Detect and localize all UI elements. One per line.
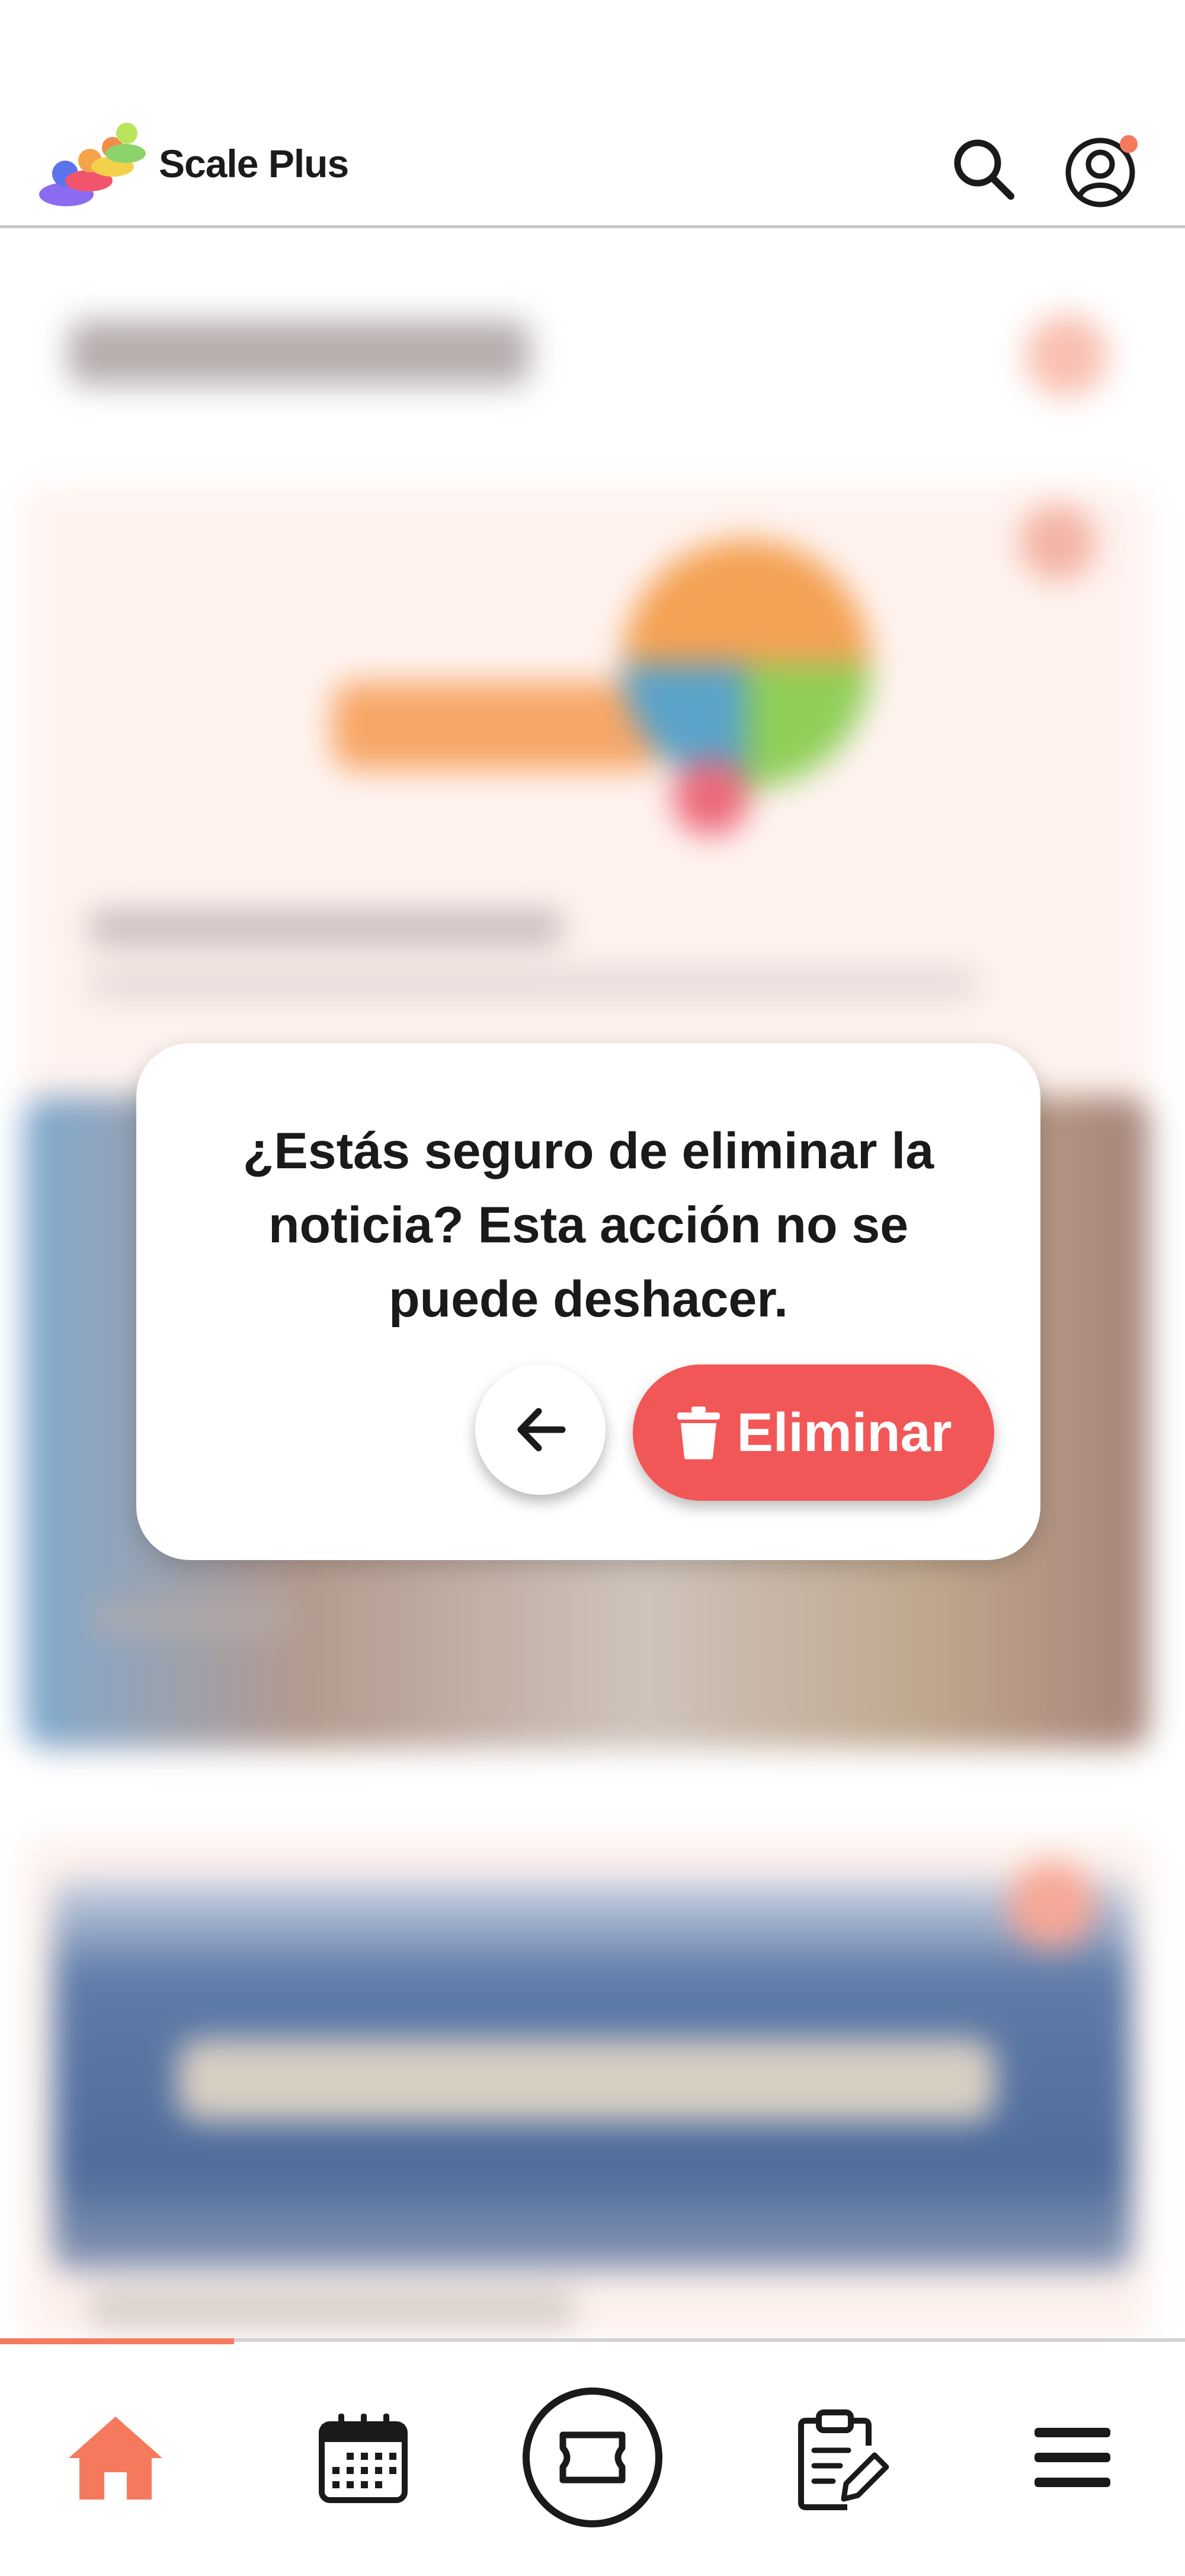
news-card-badge-blurred-2 (1007, 1861, 1096, 1950)
profile-button[interactable] (1064, 133, 1138, 207)
news-card-caption-blurred-2 (89, 2291, 575, 2326)
back-button[interactable] (475, 1364, 606, 1495)
app-header: Scale Plus (0, 0, 1185, 228)
news-card-text-blurred (89, 969, 978, 999)
scale-plus-logo (39, 123, 146, 206)
news-card-logo-text-blurred (332, 682, 664, 771)
delete-confirmation-dialog: ¿Estás seguro de eliminar la noticia? Es… (136, 1043, 1040, 1560)
heading-action-blurred (1025, 314, 1108, 397)
dialog-message: ¿Estás seguro de eliminar la noticia? Es… (242, 1123, 934, 1328)
trash-icon (677, 1407, 720, 1459)
news-card-badge-blurred (1019, 504, 1096, 581)
news-card-logo-blurred (622, 539, 871, 788)
search-icon (954, 139, 1014, 200)
clipboard-edit-icon (798, 2409, 889, 2510)
app-title: Scale Plus (159, 142, 349, 186)
home-icon (69, 2417, 162, 2500)
menu-icon (1035, 2428, 1110, 2487)
nav-tickets[interactable] (521, 2386, 664, 2529)
nav-surveys[interactable] (764, 2386, 907, 2529)
active-tab-indicator (0, 2338, 234, 2344)
bottom-navigation (0, 2338, 1185, 2576)
delete-button-label: Eliminar (736, 1402, 952, 1463)
news-card-banner-blurred (178, 2039, 995, 2122)
user-account-icon (1065, 135, 1138, 207)
search-button[interactable] (948, 133, 1019, 204)
nav-menu[interactable] (1001, 2386, 1144, 2529)
ticket-icon (523, 2388, 662, 2527)
nav-home[interactable] (44, 2386, 187, 2529)
news-card-logo-dot-blurred (672, 759, 750, 836)
notification-dot (1120, 135, 1138, 153)
delete-button[interactable]: Eliminar (633, 1364, 994, 1501)
nav-calendar[interactable] (292, 2386, 434, 2529)
news-card-caption-blurred (89, 1600, 290, 1636)
calendar-icon (319, 2414, 408, 2503)
news-card-title-blurred (89, 910, 563, 945)
arrow-left-icon (517, 1408, 566, 1452)
page-heading-blurred (68, 320, 530, 385)
